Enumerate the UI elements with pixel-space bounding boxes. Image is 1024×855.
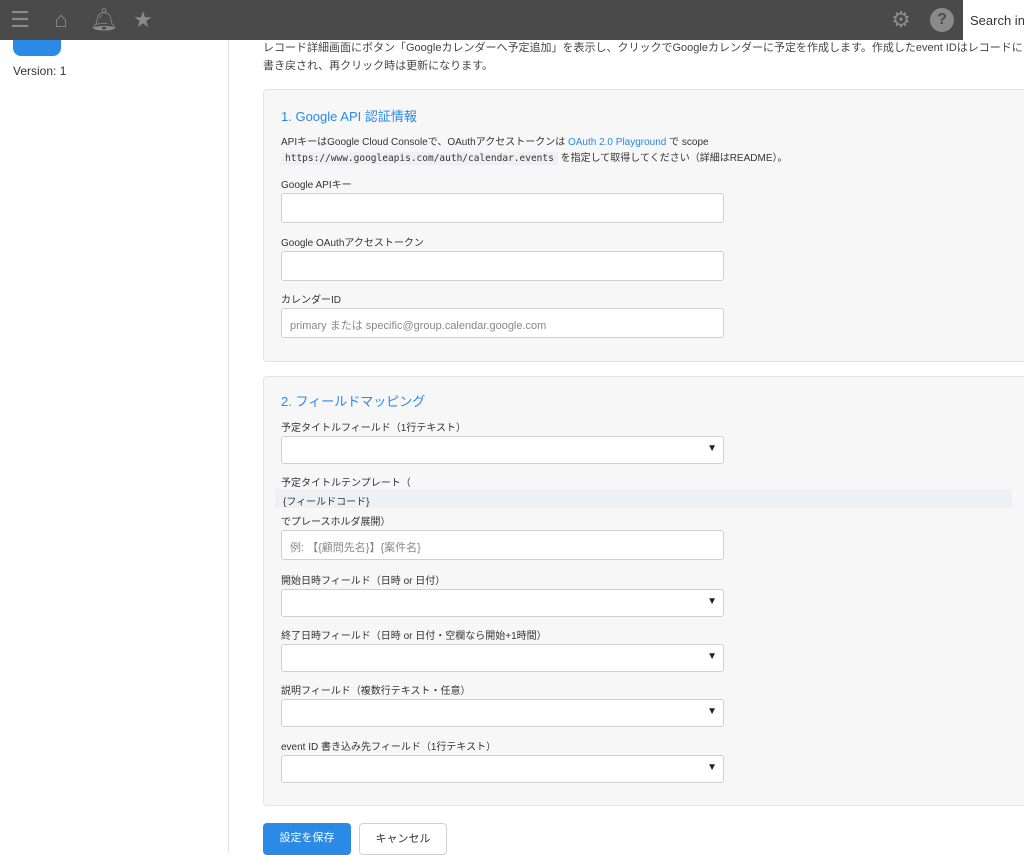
section-title: 2. フィールドマッピング (281, 391, 425, 410)
desc-text: を指定して取得してください（詳細はREADME）。 (558, 153, 788, 164)
home-icon[interactable]: ⌂ (49, 8, 73, 32)
chevron-down-icon: ▼ (707, 762, 717, 773)
field-label: 予定タイトルテンプレート（ (281, 474, 411, 489)
desc-text: APIキーはGoogle Cloud Consoleで、OAuthアクセストーク… (281, 137, 568, 148)
field-label: 終了日時フィールド（日時 or 日付・空欄なら開始+1時間） (281, 627, 547, 642)
event-id-field-select[interactable]: ▼ (281, 755, 724, 783)
version-label: Version: 1 (13, 64, 66, 78)
api-key-input[interactable] (281, 193, 724, 223)
save-button[interactable]: 設定を保存 (263, 823, 351, 855)
chevron-down-icon: ▼ (707, 651, 717, 662)
gear-icon[interactable]: ⚙ (889, 8, 913, 32)
search-input[interactable]: Search in (963, 0, 1024, 40)
field-label: 開始日時フィールド（日時 or 日付） (281, 572, 445, 587)
field-label: でプレースホルダ展開） (281, 513, 391, 528)
end-field-select[interactable]: ▼ (281, 644, 724, 672)
title-field-select[interactable]: ▼ (281, 436, 724, 464)
cancel-button[interactable]: キャンセル (359, 823, 447, 855)
scope-code: https://www.googleapis.com/auth/calendar… (281, 152, 558, 165)
field-label: 予定タイトルフィールド（1行テキスト） (281, 419, 466, 434)
top-bar: ☰ ⌂ 🔔︎ ★ ⚙ ? Search in (0, 0, 1024, 40)
template-code: {フィールドコード} (275, 489, 1012, 508)
start-field-select[interactable]: ▼ (281, 589, 724, 617)
intro-text-2: 書き戻され、再クリック時は更新になります。 (263, 57, 493, 73)
field-label: 説明フィールド（複数行テキスト・任意） (281, 682, 471, 697)
field-label: Google OAuthアクセストークン (281, 234, 424, 249)
section-description-2: https://www.googleapis.com/auth/calendar… (281, 149, 788, 164)
bell-icon[interactable]: 🔔︎ (90, 8, 114, 32)
section-title: 1. Google API 認証情報 (281, 106, 417, 125)
help-icon[interactable]: ? (930, 8, 954, 32)
star-icon[interactable]: ★ (131, 8, 155, 32)
chevron-down-icon: ▼ (707, 596, 717, 607)
chevron-down-icon: ▼ (707, 443, 717, 454)
oauth-token-input[interactable] (281, 251, 724, 281)
field-label: カレンダーID (281, 291, 341, 306)
title-template-input[interactable]: 例: 【{顧問先名}】{案件名} (281, 530, 724, 560)
calendar-id-input[interactable]: primary または specific@group.calendar.goog… (281, 308, 724, 338)
section-description: APIキーはGoogle Cloud Consoleで、OAuthアクセストーク… (281, 133, 709, 148)
oauth-playground-link[interactable]: OAuth 2.0 Playground (568, 137, 666, 148)
desc-text: で scope (666, 137, 708, 148)
description-field-select[interactable]: ▼ (281, 699, 724, 727)
field-label: Google APIキー (281, 176, 352, 191)
chevron-down-icon: ▼ (707, 706, 717, 717)
intro-text: レコード詳細画面にボタン「Googleカレンダーへ予定追加」を表示し、クリックで… (263, 39, 1023, 55)
menu-icon[interactable]: ☰ (8, 8, 32, 32)
sidebar: Version: 1 (0, 0, 229, 853)
field-label: event ID 書き込み先フィールド（1行テキスト） (281, 738, 496, 753)
